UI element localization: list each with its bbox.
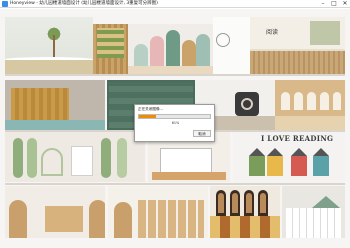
- wall-design-jungle: [5, 17, 93, 74]
- window-title: Honeyview - 幼儿园楼道墙面设计 (幼儿园楼道墙面设计, 3重复可分辨…: [10, 1, 158, 6]
- wall-design-arches: [275, 80, 345, 130]
- wall-design-book-rack: [108, 186, 208, 238]
- progress-percent: 61%: [171, 121, 180, 125]
- wall-design-garden: [5, 132, 145, 182]
- progress-fill: [139, 115, 157, 118]
- maximize-button[interactable]: □: [329, 0, 339, 8]
- wall-design-reading: I LOVE READING: [233, 132, 345, 182]
- wall-design-castle: [5, 80, 105, 130]
- wall-design-mountains: [210, 186, 280, 238]
- progress-dialog: 正在关闭图像... 61% 取消: [134, 104, 215, 142]
- shelf-divider: [5, 74, 345, 76]
- title-bar: Honeyview - 幼儿园楼道墙面设计 (幼儿园楼道墙面设计, 3重复可分辨…: [0, 0, 350, 8]
- progress-bar: [138, 114, 211, 119]
- shelf-divider: [5, 183, 345, 185]
- wall-design-cabinet: [282, 186, 345, 238]
- minimize-button[interactable]: –: [318, 0, 328, 8]
- wall-design-frame: [93, 24, 128, 74]
- image-viewport[interactable]: 阅读 I LOVE READING 正在关闭图像... 61% 取消: [0, 9, 350, 248]
- reading-heading: I LOVE READING: [261, 134, 334, 143]
- app-icon: [2, 1, 8, 7]
- dialog-title: 正在关闭图像...: [138, 107, 163, 111]
- wall-design-hills: [128, 24, 213, 74]
- sign-text: 阅读: [266, 29, 279, 36]
- wall-design-line-art: [213, 17, 250, 74]
- wall-design-tv-cabinet: [5, 186, 105, 238]
- cancel-button[interactable]: 取消: [193, 130, 211, 137]
- wall-design-sign-board: 阅读: [250, 17, 345, 74]
- close-button[interactable]: ✕: [340, 0, 350, 8]
